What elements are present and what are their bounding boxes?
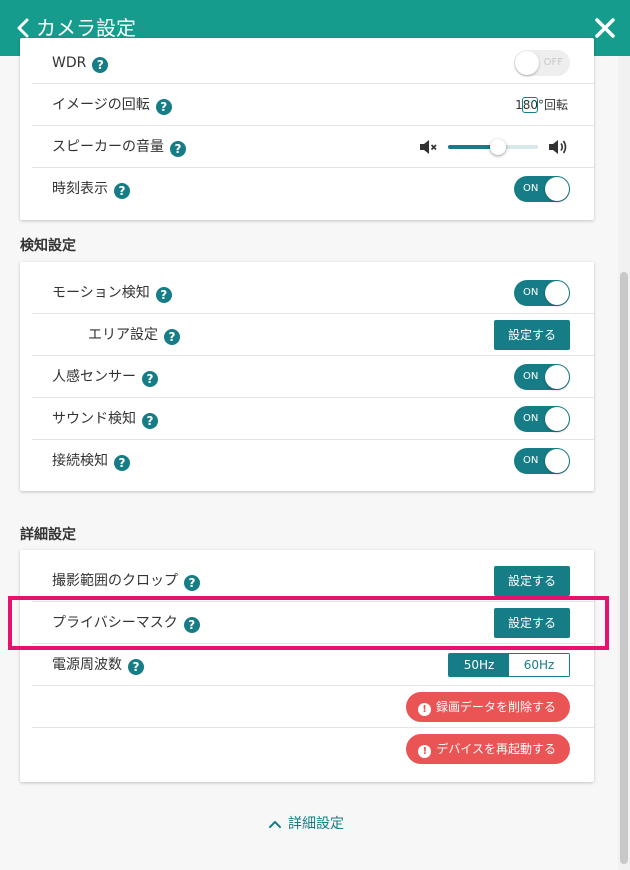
power-frequency-row: 電源周波数? 50Hz 60Hz bbox=[32, 644, 594, 686]
speaker-volume-label: スピーカーの音量 bbox=[52, 139, 164, 155]
toggle-knob bbox=[545, 365, 569, 389]
wdr-toggle[interactable]: OFF bbox=[514, 50, 570, 76]
time-display-label: 時刻表示 bbox=[52, 181, 108, 197]
sound-detection-toggle[interactable]: ON bbox=[514, 406, 570, 432]
help-icon[interactable]: ? bbox=[142, 371, 158, 387]
help-icon[interactable]: ? bbox=[128, 659, 144, 675]
image-rotation-row: イメージの回転? 180°回転 bbox=[32, 84, 594, 126]
sound-detection-label: サウンド検知 bbox=[52, 411, 136, 427]
option-50hz[interactable]: 50Hz bbox=[449, 654, 509, 676]
help-icon[interactable]: ? bbox=[142, 413, 158, 429]
connection-detection-toggle[interactable]: ON bbox=[514, 448, 570, 474]
time-display-row: 時刻表示? ON bbox=[32, 168, 594, 210]
human-sensor-toggle[interactable]: ON bbox=[514, 364, 570, 390]
toggle-knob bbox=[545, 281, 569, 305]
rotate-180-label[interactable]: 180°回転 bbox=[515, 97, 568, 113]
restart-device-button[interactable]: ! デバイスを再起動する bbox=[406, 734, 570, 764]
chevron-up-icon bbox=[269, 820, 281, 828]
toggle-state-text: ON bbox=[523, 371, 539, 382]
help-icon[interactable]: ? bbox=[92, 57, 109, 73]
alert-icon: ! bbox=[417, 703, 431, 716]
page-title: カメラ設定 bbox=[36, 16, 136, 40]
option-60hz[interactable]: 60Hz bbox=[509, 654, 569, 676]
advanced-settings-card: 撮影範囲のクロップ? 設定する プライバシーマスク? 設定する 電源周波数? 5… bbox=[20, 550, 594, 782]
power-frequency-label: 電源周波数 bbox=[52, 657, 122, 673]
area-setting-row: エリア設定? 設定する bbox=[32, 314, 594, 356]
detection-section-title: 検知設定 bbox=[20, 238, 76, 254]
toggle-knob bbox=[545, 407, 569, 431]
chevron-left-icon[interactable] bbox=[12, 16, 36, 40]
motion-detection-toggle[interactable]: ON bbox=[514, 280, 570, 306]
motion-detection-row: モーション検知? ON bbox=[32, 272, 594, 314]
alert-icon: ! bbox=[418, 745, 432, 758]
toggle-state-text: OFF bbox=[543, 57, 563, 68]
restart-device-label: デバイスを再起動する bbox=[436, 742, 556, 756]
delete-recordings-label: 録画データを削除する bbox=[435, 700, 556, 714]
sound-detection-row: サウンド検知? ON bbox=[32, 398, 594, 440]
volume-slider[interactable] bbox=[448, 139, 538, 155]
highlight-box bbox=[8, 596, 609, 650]
toggle-state-text: ON bbox=[523, 413, 539, 424]
restart-device-row: ! デバイスを再起動する bbox=[32, 728, 594, 770]
toggle-knob bbox=[545, 177, 569, 201]
human-sensor-label: 人感センサー bbox=[52, 369, 136, 385]
area-setting-button[interactable]: 設定する bbox=[494, 320, 570, 350]
volume-mute-icon bbox=[420, 140, 437, 154]
toggle-state-text: ON bbox=[523, 455, 539, 466]
toggle-knob bbox=[515, 51, 539, 75]
connection-detection-label: 接続検知 bbox=[52, 453, 108, 469]
connection-detection-row: 接続検知? ON bbox=[32, 440, 594, 482]
delete-recordings-row: ! 録画データを削除する bbox=[32, 686, 594, 728]
toggle-knob bbox=[545, 449, 569, 473]
volume-slider-handle[interactable] bbox=[489, 139, 506, 155]
area-setting-label: エリア設定 bbox=[88, 327, 158, 343]
help-icon[interactable]: ? bbox=[184, 575, 200, 591]
delete-recordings-button[interactable]: ! 録画データを削除する bbox=[405, 692, 570, 722]
wdr-label: WDR bbox=[52, 55, 87, 71]
camera-settings-card: WDR? OFF イメージの回転? 180°回転 スピーカーの音量? 時刻表示?… bbox=[20, 38, 594, 220]
power-frequency-selector: 50Hz 60Hz bbox=[448, 653, 570, 677]
human-sensor-row: 人感センサー? ON bbox=[32, 356, 594, 398]
help-icon[interactable]: ? bbox=[170, 141, 186, 157]
scrollbar-thumb[interactable] bbox=[620, 272, 628, 864]
detection-settings-card: モーション検知? ON エリア設定? 設定する 人感センサー? ON サウンド検… bbox=[20, 262, 594, 491]
advanced-section-title: 詳細設定 bbox=[20, 527, 76, 543]
motion-detection-label: モーション検知 bbox=[52, 285, 150, 301]
speaker-volume-row: スピーカーの音量? bbox=[32, 126, 594, 168]
crop-label: 撮影範囲のクロップ bbox=[52, 573, 178, 589]
collapse-advanced-label: 詳細設定 bbox=[288, 816, 344, 832]
image-rotation-label: イメージの回転 bbox=[52, 97, 150, 113]
toggle-state-text: ON bbox=[523, 183, 539, 194]
collapse-advanced-link[interactable]: 詳細設定 bbox=[268, 814, 344, 834]
close-icon[interactable] bbox=[594, 17, 616, 39]
help-icon[interactable]: ? bbox=[114, 183, 130, 199]
toggle-state-text: ON bbox=[523, 287, 539, 298]
help-icon[interactable]: ? bbox=[155, 287, 172, 303]
help-icon[interactable]: ? bbox=[114, 455, 130, 471]
volume-max-icon bbox=[549, 140, 567, 154]
help-icon[interactable]: ? bbox=[164, 329, 180, 345]
help-icon[interactable]: ? bbox=[155, 99, 172, 115]
crop-setting-button[interactable]: 設定する bbox=[494, 566, 570, 596]
time-display-toggle[interactable]: ON bbox=[514, 176, 570, 202]
wdr-row: WDR? OFF bbox=[32, 42, 594, 84]
